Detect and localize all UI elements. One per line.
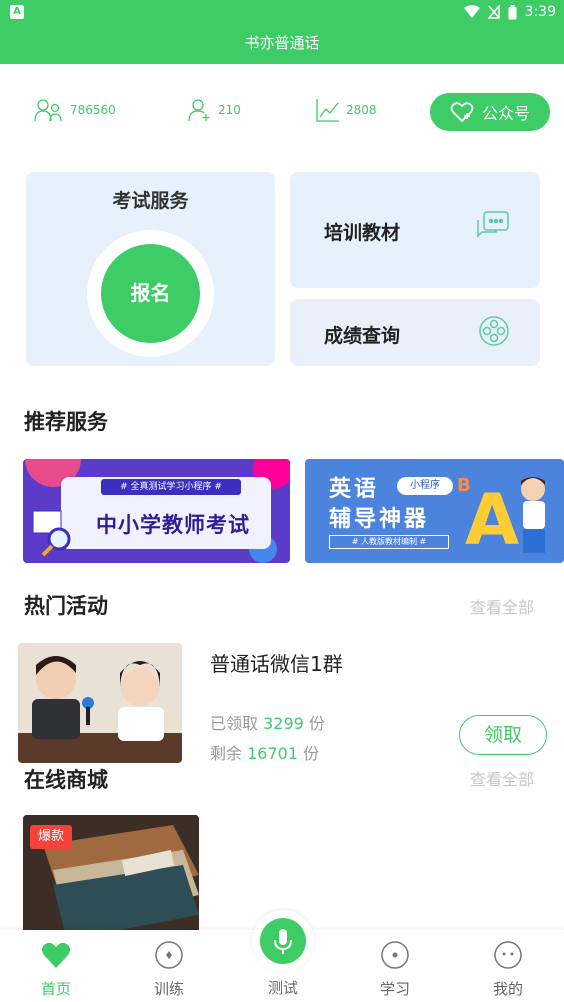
kid-illustration xyxy=(521,477,545,553)
mall-section-title: 在线商城 xyxy=(24,768,108,792)
banner2-subtitle: # 人教版教材编制 # xyxy=(329,535,449,549)
stat-trend-value: 2808 xyxy=(346,103,377,117)
trend-chart-icon xyxy=(316,99,339,122)
tab-home[interactable]: 首页 xyxy=(16,940,96,999)
english-tutor-banner[interactable]: 英语 小程序 辅导神器 # 人教版教材编制 # A B xyxy=(305,459,564,563)
activity-see-all-link[interactable]: 查看全部 xyxy=(470,594,534,618)
hot-tag-badge: 爆款 xyxy=(30,825,72,849)
register-button[interactable]: 报名 xyxy=(101,244,200,343)
remain-unit: 份 xyxy=(303,744,320,763)
status-time: 3:39 xyxy=(524,4,556,20)
microphone-icon xyxy=(274,929,292,954)
stat-new-users-value: 210 xyxy=(218,103,241,117)
official-account-label: 公众号 xyxy=(481,104,530,123)
tab-train[interactable]: 训练 xyxy=(129,940,209,999)
remain-label: 剩余 xyxy=(210,744,243,763)
status-icons: 3:39 xyxy=(463,4,556,20)
face-icon xyxy=(494,941,522,969)
claimed-unit: 份 xyxy=(308,714,325,733)
no-signal-icon xyxy=(487,5,500,19)
training-materials-card[interactable]: 培训教材 xyxy=(290,172,540,288)
compass-icon xyxy=(155,941,183,969)
activity-remain-line: 剩余 16701 份 xyxy=(210,740,319,764)
stat-new-users: 210 xyxy=(188,98,241,122)
tab-study[interactable]: 学习 xyxy=(355,940,435,999)
battery-icon xyxy=(508,4,517,19)
claimed-label: 已领取 xyxy=(210,714,259,733)
chat-bubble-icon xyxy=(477,211,509,238)
magnifier-icon xyxy=(32,510,71,557)
activity-item-title: 普通话微信1群 xyxy=(210,652,343,676)
add-user-icon xyxy=(188,99,210,122)
recommend-section-title: 推荐服务 xyxy=(24,410,108,434)
film-reel-icon xyxy=(479,316,509,346)
official-account-button[interactable]: 公众号 xyxy=(430,93,550,131)
activity-image[interactable] xyxy=(18,643,182,763)
target-icon xyxy=(381,941,409,969)
claimed-count: 3299 xyxy=(263,714,304,733)
tab-mine[interactable]: 我的 xyxy=(468,940,548,999)
tab-test-mic-button[interactable] xyxy=(260,918,306,964)
banner1-headline: 中小学教师考试 xyxy=(96,513,250,537)
activity-section-title: 热门活动 xyxy=(24,594,108,618)
score-query-card[interactable]: 成绩查询 xyxy=(290,299,540,366)
banner2-line1: 英语 xyxy=(329,477,380,502)
wifi-icon xyxy=(463,5,480,18)
banner1-tag: # 全真测试学习小程序 # xyxy=(101,479,241,495)
teacher-exam-banner[interactable]: # 全真测试学习小程序 # 中小学教师考试 xyxy=(23,459,290,563)
banner2-pill: 小程序 xyxy=(397,477,453,495)
status-bar: A 3:39 xyxy=(0,0,564,26)
mall-see-all-link[interactable]: 查看全部 xyxy=(470,766,534,790)
kids-microphone-photo xyxy=(18,643,182,763)
banner2-letter-b: B xyxy=(457,475,471,496)
heart-plus-icon xyxy=(450,102,474,123)
training-materials-label: 培训教材 xyxy=(324,222,401,244)
exam-service-title: 考试服务 xyxy=(112,190,189,212)
app-title: 书亦普通话 xyxy=(0,26,564,64)
tab-test-label[interactable]: 测试 xyxy=(252,977,314,998)
score-query-label: 成绩查询 xyxy=(324,325,401,347)
stat-users-value: 786560 xyxy=(70,103,116,117)
users-icon xyxy=(34,99,62,122)
tab-train-label: 训练 xyxy=(153,980,184,998)
tab-home-label: 首页 xyxy=(40,980,71,998)
stat-trend: 2808 xyxy=(316,98,377,122)
app-notification-icon: A xyxy=(10,5,24,19)
tab-mine-label: 我的 xyxy=(492,980,523,998)
banner2-line2: 辅导神器 xyxy=(329,507,430,532)
activity-claimed-line: 已领取 3299 份 xyxy=(210,710,325,734)
remain-count: 16701 xyxy=(247,744,299,763)
heart-icon xyxy=(42,942,70,968)
tab-study-label: 学习 xyxy=(379,980,410,998)
claim-button[interactable]: 领取 xyxy=(459,715,547,755)
stat-users: 786560 xyxy=(34,98,116,122)
